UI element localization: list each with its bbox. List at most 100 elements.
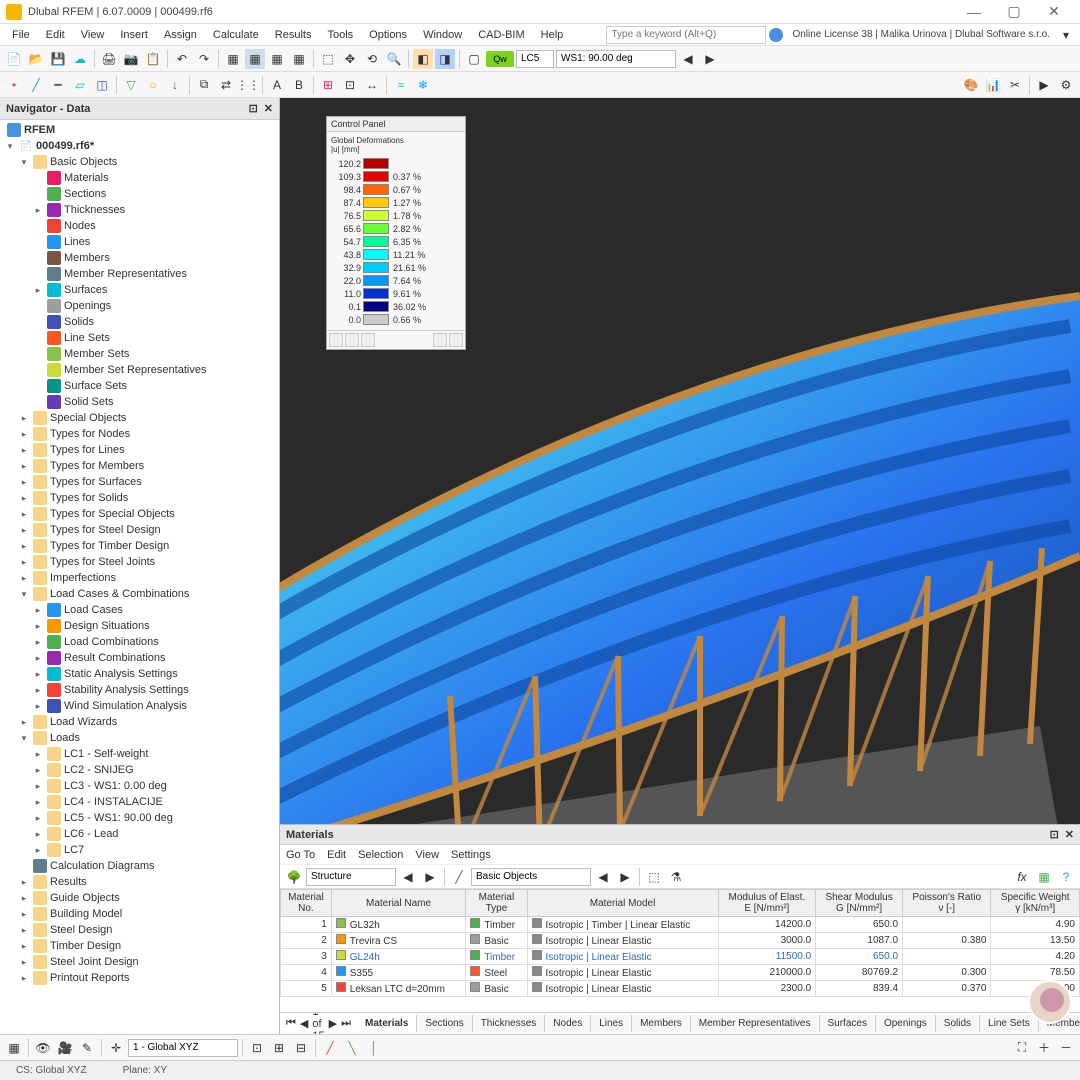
tab-nodes[interactable]: Nodes bbox=[545, 1015, 591, 1032]
tab-surfaces[interactable]: Surfaces bbox=[820, 1015, 876, 1032]
bt-snap-2-icon[interactable]: ⊞ bbox=[269, 1038, 289, 1058]
tree-item[interactable]: ▾Load Cases & Combinations bbox=[2, 586, 277, 602]
menu-cad-bim[interactable]: CAD-BIM bbox=[470, 26, 532, 44]
tree-item[interactable]: ▸Surfaces bbox=[2, 282, 277, 298]
mp-menu-settings[interactable]: Settings bbox=[451, 849, 491, 861]
tree-item[interactable]: ▸Building Model bbox=[2, 906, 277, 922]
tree-item[interactable]: Solid Sets bbox=[2, 394, 277, 410]
bt-zoom-out-icon[interactable]: － bbox=[1056, 1038, 1076, 1058]
tree-item[interactable]: ▸LC1 - Self-weight bbox=[2, 746, 277, 762]
expand-icon[interactable]: ▸ bbox=[32, 829, 44, 840]
mp-menu-edit[interactable]: Edit bbox=[327, 849, 346, 861]
open-file-icon[interactable]: 📂 bbox=[26, 49, 46, 69]
expand-icon[interactable]: ▸ bbox=[18, 557, 30, 568]
expand-icon[interactable]: ▸ bbox=[32, 845, 44, 856]
next-lc-icon[interactable]: ▶ bbox=[700, 49, 720, 69]
view-mode-3-icon[interactable]: ▦ bbox=[267, 49, 287, 69]
cp-btn-3-icon[interactable] bbox=[361, 333, 375, 347]
mp-help-icon[interactable]: ? bbox=[1056, 867, 1076, 887]
tree-item[interactable]: ▸Types for Surfaces bbox=[2, 474, 277, 490]
menu-results[interactable]: Results bbox=[267, 26, 320, 44]
menu-calculate[interactable]: Calculate bbox=[205, 26, 267, 44]
mp-bc-prev-icon[interactable]: ◀ bbox=[398, 867, 418, 887]
tree-item[interactable]: ▸LC5 - WS1: 90.00 deg bbox=[2, 810, 277, 826]
tree-item[interactable]: ▸Load Wizards bbox=[2, 714, 277, 730]
table-row[interactable]: 4S355SteelIsotropic | Linear Elastic2100… bbox=[281, 965, 1080, 981]
tool-copy-icon[interactable]: ⧉ bbox=[194, 75, 214, 95]
expand-icon[interactable]: ▾ bbox=[4, 141, 16, 152]
tree-item[interactable]: ▸Types for Timber Design bbox=[2, 538, 277, 554]
tree-item[interactable]: ▸LC4 - INSTALACIJE bbox=[2, 794, 277, 810]
mp-prev-icon[interactable]: ◀ bbox=[300, 1017, 308, 1030]
undo-icon[interactable]: ↶ bbox=[172, 49, 192, 69]
tree-item[interactable]: ▸LC7 bbox=[2, 842, 277, 858]
mp-menu-view[interactable]: View bbox=[415, 849, 439, 861]
view-mode-4-icon[interactable]: ▦ bbox=[289, 49, 309, 69]
mp-bc2-next-icon[interactable]: ▶ bbox=[615, 867, 635, 887]
tree-item[interactable]: ▸Types for Solids bbox=[2, 490, 277, 506]
cell-name[interactable]: Trevira CS bbox=[331, 933, 466, 949]
bt-line-3-icon[interactable]: │ bbox=[364, 1038, 384, 1058]
mp-select-icon[interactable]: ⬚ bbox=[644, 867, 664, 887]
mp-bc2-prev-icon[interactable]: ◀ bbox=[593, 867, 613, 887]
tree-item[interactable]: ▸Printout Reports bbox=[2, 970, 277, 986]
tree-item[interactable]: ▸Results bbox=[2, 874, 277, 890]
menu-insert[interactable]: Insert bbox=[112, 26, 156, 44]
tree-item[interactable]: ▸LC6 - Lead bbox=[2, 826, 277, 842]
tree-item[interactable]: ▸Steel Design bbox=[2, 922, 277, 938]
tree-item[interactable]: ▸Result Combinations bbox=[2, 650, 277, 666]
tree-item[interactable]: ▸Thicknesses bbox=[2, 202, 277, 218]
user-avatar[interactable] bbox=[1028, 980, 1072, 1024]
tree-item[interactable]: ▸Load Cases bbox=[2, 602, 277, 618]
column-header[interactable]: MaterialType bbox=[466, 890, 527, 917]
tree-item[interactable]: ▸Types for Lines bbox=[2, 442, 277, 458]
column-header[interactable]: Specific Weightγ [kN/m³] bbox=[991, 890, 1080, 917]
tool-node-icon[interactable]: • bbox=[4, 75, 24, 95]
tree-item[interactable]: Calculation Diagrams bbox=[2, 858, 277, 874]
result-filter-icon[interactable]: ⚙ bbox=[1056, 75, 1076, 95]
bt-view-input[interactable] bbox=[128, 1039, 238, 1057]
mp-member-icon[interactable]: ╱ bbox=[449, 867, 469, 887]
bt-zoom-fit-icon[interactable]: ⛶ bbox=[1012, 1038, 1032, 1058]
expand-icon[interactable]: ▸ bbox=[18, 909, 30, 920]
expand-icon[interactable]: ▸ bbox=[18, 717, 30, 728]
tool-hinge-icon[interactable]: ○ bbox=[143, 75, 163, 95]
menu-edit[interactable]: Edit bbox=[38, 26, 73, 44]
mp-breadcrumb-a[interactable] bbox=[306, 868, 396, 886]
search-input[interactable] bbox=[606, 26, 766, 44]
bt-axis-icon[interactable]: ✛ bbox=[106, 1038, 126, 1058]
bt-snap-3-icon[interactable]: ⊟ bbox=[291, 1038, 311, 1058]
control-panel[interactable]: Control Panel Global Deformations |u| [m… bbox=[326, 116, 466, 350]
tree-item[interactable]: Member Representatives bbox=[2, 266, 277, 282]
expand-icon[interactable]: ▸ bbox=[32, 701, 44, 712]
tool-a-icon[interactable]: A bbox=[267, 75, 287, 95]
tree-item[interactable]: Materials bbox=[2, 170, 277, 186]
expand-icon[interactable]: ▸ bbox=[32, 653, 44, 664]
tab-materials[interactable]: Materials bbox=[357, 1015, 417, 1032]
tab-lines[interactable]: Lines bbox=[591, 1015, 632, 1032]
expand-icon[interactable]: ▸ bbox=[18, 525, 30, 536]
expand-icon[interactable]: ▾ bbox=[18, 157, 30, 168]
expand-icon[interactable]: ▸ bbox=[18, 893, 30, 904]
expand-icon[interactable]: ▸ bbox=[32, 285, 44, 296]
menu-assign[interactable]: Assign bbox=[156, 26, 205, 44]
expand-icon[interactable]: ▸ bbox=[18, 941, 30, 952]
expand-icon[interactable]: ▸ bbox=[18, 541, 30, 552]
cp-btn-2-icon[interactable] bbox=[345, 333, 359, 347]
bt-line-2-icon[interactable]: ╲ bbox=[342, 1038, 362, 1058]
expand-icon[interactable]: ▸ bbox=[18, 925, 30, 936]
camera-icon[interactable]: 📷 bbox=[121, 49, 141, 69]
expand-icon[interactable]: ▸ bbox=[32, 669, 44, 680]
tool-wind-icon[interactable]: ≈ bbox=[391, 75, 411, 95]
bt-pencil-icon[interactable]: ✎ bbox=[77, 1038, 97, 1058]
tree-item[interactable]: ▸Steel Joint Design bbox=[2, 954, 277, 970]
table-row[interactable]: 3GL24hTimberIsotropic | Linear Elastic11… bbox=[281, 949, 1080, 965]
navigator-tree[interactable]: RFEM ▾ 📄 000499.rf6* ▾Basic ObjectsMater… bbox=[0, 120, 279, 1034]
expand-icon[interactable]: ▸ bbox=[18, 973, 30, 984]
cp-btn-5-icon[interactable] bbox=[449, 333, 463, 347]
tree-item[interactable]: ▸Special Objects bbox=[2, 410, 277, 426]
table-row[interactable]: 2Trevira CSBasicIsotropic | Linear Elast… bbox=[281, 933, 1080, 949]
mp-last-icon[interactable]: ⏭ bbox=[341, 1017, 351, 1030]
tool-member-icon[interactable]: ━ bbox=[48, 75, 68, 95]
sync-icon[interactable] bbox=[769, 28, 783, 42]
